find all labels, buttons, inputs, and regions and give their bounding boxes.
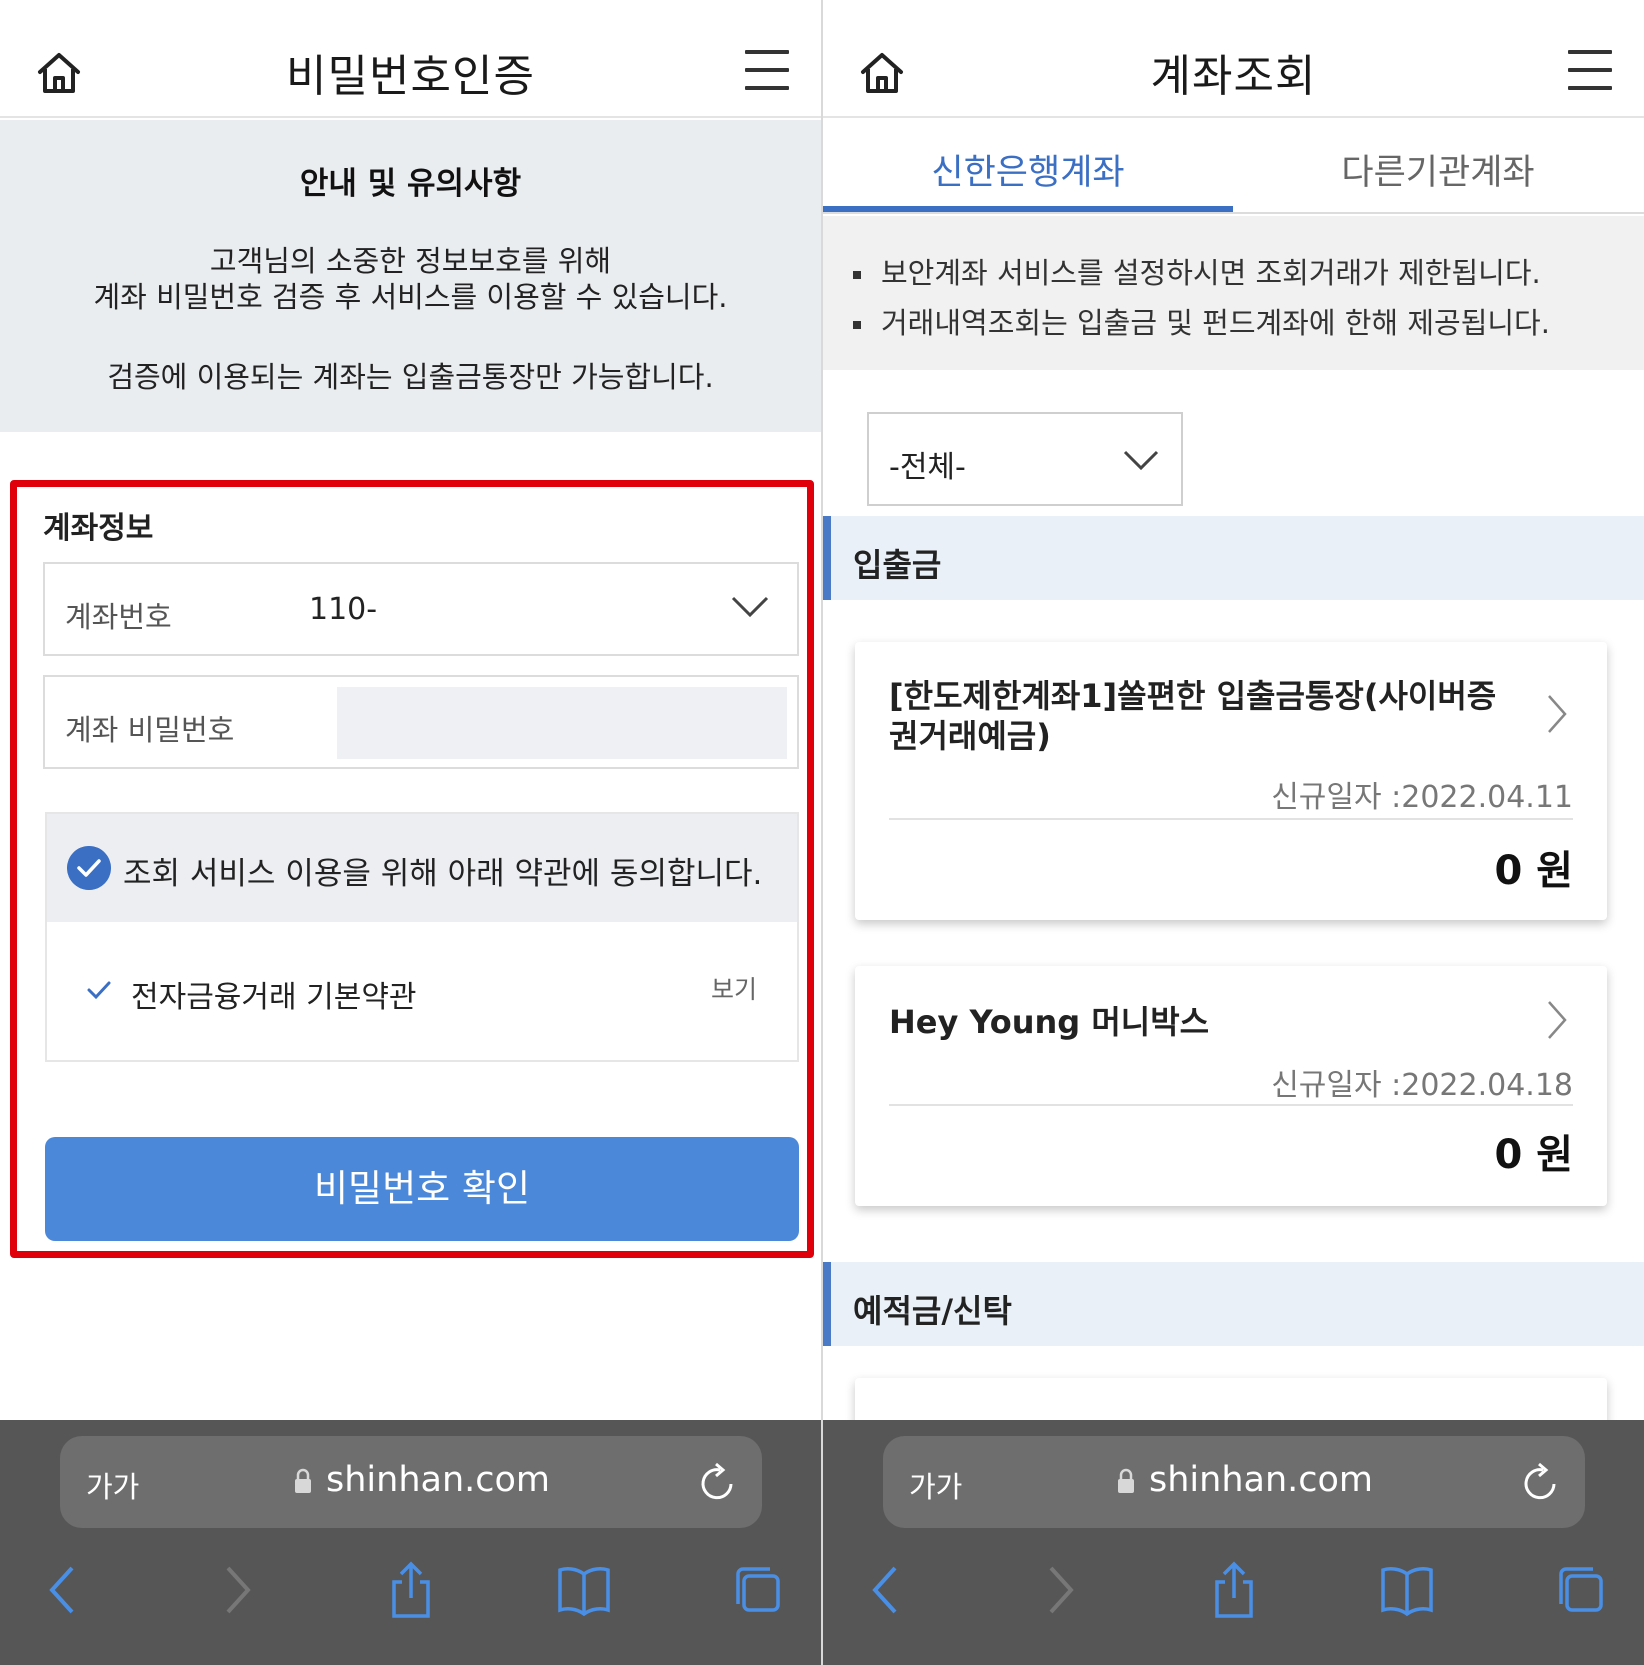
account-tabs: 신한은행계좌 다른기관계좌 bbox=[823, 120, 1644, 214]
card-divider bbox=[889, 1104, 1573, 1106]
account-password-label: 계좌 비밀번호 bbox=[65, 713, 235, 747]
browser-nav bbox=[0, 1560, 821, 1630]
share-icon[interactable] bbox=[1211, 1560, 1257, 1620]
bookmarks-icon[interactable] bbox=[1379, 1560, 1435, 1620]
reload-icon[interactable] bbox=[1521, 1460, 1561, 1504]
agree-all-row[interactable]: 조회 서비스 이용을 위해 아래 약관에 동의합니다. bbox=[47, 814, 797, 922]
right-screen: 계좌조회 신한은행계좌 다른기관계좌 보안계좌 서비스를 설정하시면 조회거래가… bbox=[823, 0, 1644, 1665]
menu-icon[interactable] bbox=[745, 50, 789, 90]
notice-line-2: 계좌 비밀번호 검증 후 서비스를 이용할 수 있습니다. bbox=[93, 280, 728, 314]
chevron-down-icon bbox=[1123, 450, 1159, 471]
section-deposit: 입출금 bbox=[823, 516, 1644, 600]
header: 계좌조회 bbox=[823, 0, 1644, 118]
notice-panel: 보안계좌 서비스를 설정하시면 조회거래가 제한됩니다. 거래내역조회는 입출금… bbox=[823, 216, 1644, 370]
browser-toolbar: 가가 shinhan.com bbox=[0, 1420, 821, 1665]
account-open-date: 신규일자 :2022.04.18 bbox=[1271, 1068, 1573, 1103]
check-icon[interactable] bbox=[87, 980, 111, 1000]
tabs-icon[interactable] bbox=[732, 1560, 782, 1620]
header: 비밀번호인증 bbox=[0, 0, 821, 118]
account-number-label: 계좌번호 bbox=[65, 600, 172, 634]
terms-item-label: 전자금융거래 기본약관 bbox=[131, 980, 417, 1015]
account-open-date: 신규일자 :2022.04.11 bbox=[1271, 780, 1573, 815]
account-number-select[interactable]: 계좌번호 110- bbox=[43, 562, 799, 656]
text-size-button[interactable]: 가가 bbox=[86, 1464, 139, 1506]
chevron-right-icon bbox=[1548, 1001, 1567, 1039]
section-savings-trust: 예적금/신탁 bbox=[823, 1262, 1644, 1346]
terms-view-link[interactable]: 보기 bbox=[711, 970, 757, 1006]
notice-title: 안내 및 유의사항 bbox=[299, 166, 522, 202]
account-password-input[interactable] bbox=[337, 687, 787, 759]
text-size-button[interactable]: 가가 bbox=[909, 1464, 962, 1506]
forward-icon[interactable] bbox=[220, 1560, 254, 1620]
left-screen: 비밀번호인증 안내 및 유의사항 고객님의 소중한 정보보호를 위해 계좌 비밀… bbox=[0, 0, 821, 1665]
section-title: 예적금/신탁 bbox=[853, 1292, 1012, 1330]
forward-icon[interactable] bbox=[1043, 1560, 1077, 1620]
account-info-highlight: 계좌정보 계좌번호 110- 계좌 비밀번호 조회 서비스 이용을 위해 아래 … bbox=[10, 480, 814, 1258]
notice-item: 거래내역조회는 입출금 및 펀드계좌에 한해 제공됩니다. bbox=[853, 300, 1550, 342]
account-password-row: 계좌 비밀번호 bbox=[43, 675, 799, 769]
tab-shinhan-accounts[interactable]: 신한은행계좌 bbox=[823, 144, 1233, 195]
account-number-value: 110- bbox=[309, 592, 378, 627]
notice-text: 거래내역조회는 입출금 및 펀드계좌에 한해 제공됩니다. bbox=[881, 306, 1550, 340]
lock-icon bbox=[295, 1468, 311, 1493]
browser-nav bbox=[823, 1560, 1644, 1630]
notice-panel: 안내 및 유의사항 고객님의 소중한 정보보호를 위해 계좌 비밀번호 검증 후… bbox=[0, 120, 821, 432]
card-divider bbox=[889, 818, 1573, 820]
notice-line-3: 검증에 이용되는 계좌는 입출금통장만 가능합니다. bbox=[107, 360, 714, 394]
back-icon[interactable] bbox=[44, 1560, 78, 1620]
page-title: 비밀번호인증 bbox=[286, 51, 535, 102]
account-name: Hey Young 머니박스 bbox=[889, 1003, 1210, 1041]
url-domain: shinhan.com bbox=[1149, 1460, 1374, 1500]
back-icon[interactable] bbox=[867, 1560, 901, 1620]
notice-text: 보안계좌 서비스를 설정하시면 조회거래가 제한됩니다. bbox=[881, 256, 1541, 290]
confirm-password-button[interactable]: 비밀번호 확인 bbox=[45, 1137, 799, 1241]
tab-other-accounts[interactable]: 다른기관계좌 bbox=[1233, 144, 1643, 195]
notice-item: 보안계좌 서비스를 설정하시면 조회거래가 제한됩니다. bbox=[853, 250, 1541, 292]
account-filter-select[interactable]: -전체- bbox=[867, 412, 1183, 506]
menu-icon[interactable] bbox=[1568, 50, 1612, 90]
account-card[interactable]: [한도제한계좌1]쏠편한 입출금통장(사이버증권거래예금) 신규일자 :2022… bbox=[855, 642, 1607, 920]
bookmarks-icon[interactable] bbox=[556, 1560, 612, 1620]
page-title: 계좌조회 bbox=[1150, 51, 1317, 102]
address-bar[interactable]: 가가 shinhan.com bbox=[60, 1436, 762, 1528]
tabs-icon[interactable] bbox=[1555, 1560, 1605, 1620]
chevron-down-icon bbox=[731, 596, 769, 618]
account-name: [한도제한계좌1]쏠편한 입출금통장(사이버증권거래예금) bbox=[889, 677, 1497, 755]
browser-toolbar: 가가 shinhan.com bbox=[823, 1420, 1644, 1665]
lock-icon bbox=[1118, 1468, 1134, 1493]
agreement-panel: 조회 서비스 이용을 위해 아래 약관에 동의합니다. 전자금융거래 기본약관 … bbox=[45, 812, 799, 1062]
account-balance: 0 원 bbox=[1494, 848, 1573, 894]
account-info-title: 계좌정보 bbox=[43, 511, 154, 546]
url-domain: shinhan.com bbox=[326, 1460, 551, 1500]
address-bar[interactable]: 가가 shinhan.com bbox=[883, 1436, 1585, 1528]
check-circle-icon[interactable] bbox=[67, 846, 111, 890]
filter-value: -전체- bbox=[889, 450, 966, 485]
agree-all-label: 조회 서비스 이용을 위해 아래 약관에 동의합니다. bbox=[123, 856, 763, 892]
account-balance: 0 원 bbox=[1494, 1132, 1573, 1178]
section-title: 입출금 bbox=[853, 546, 942, 584]
active-tab-indicator bbox=[823, 206, 1233, 212]
chevron-right-icon bbox=[1548, 695, 1567, 733]
account-card[interactable]: Hey Young 머니박스 신규일자 :2022.04.18 0 원 bbox=[855, 966, 1607, 1206]
share-icon[interactable] bbox=[388, 1560, 434, 1620]
reload-icon[interactable] bbox=[698, 1460, 738, 1504]
